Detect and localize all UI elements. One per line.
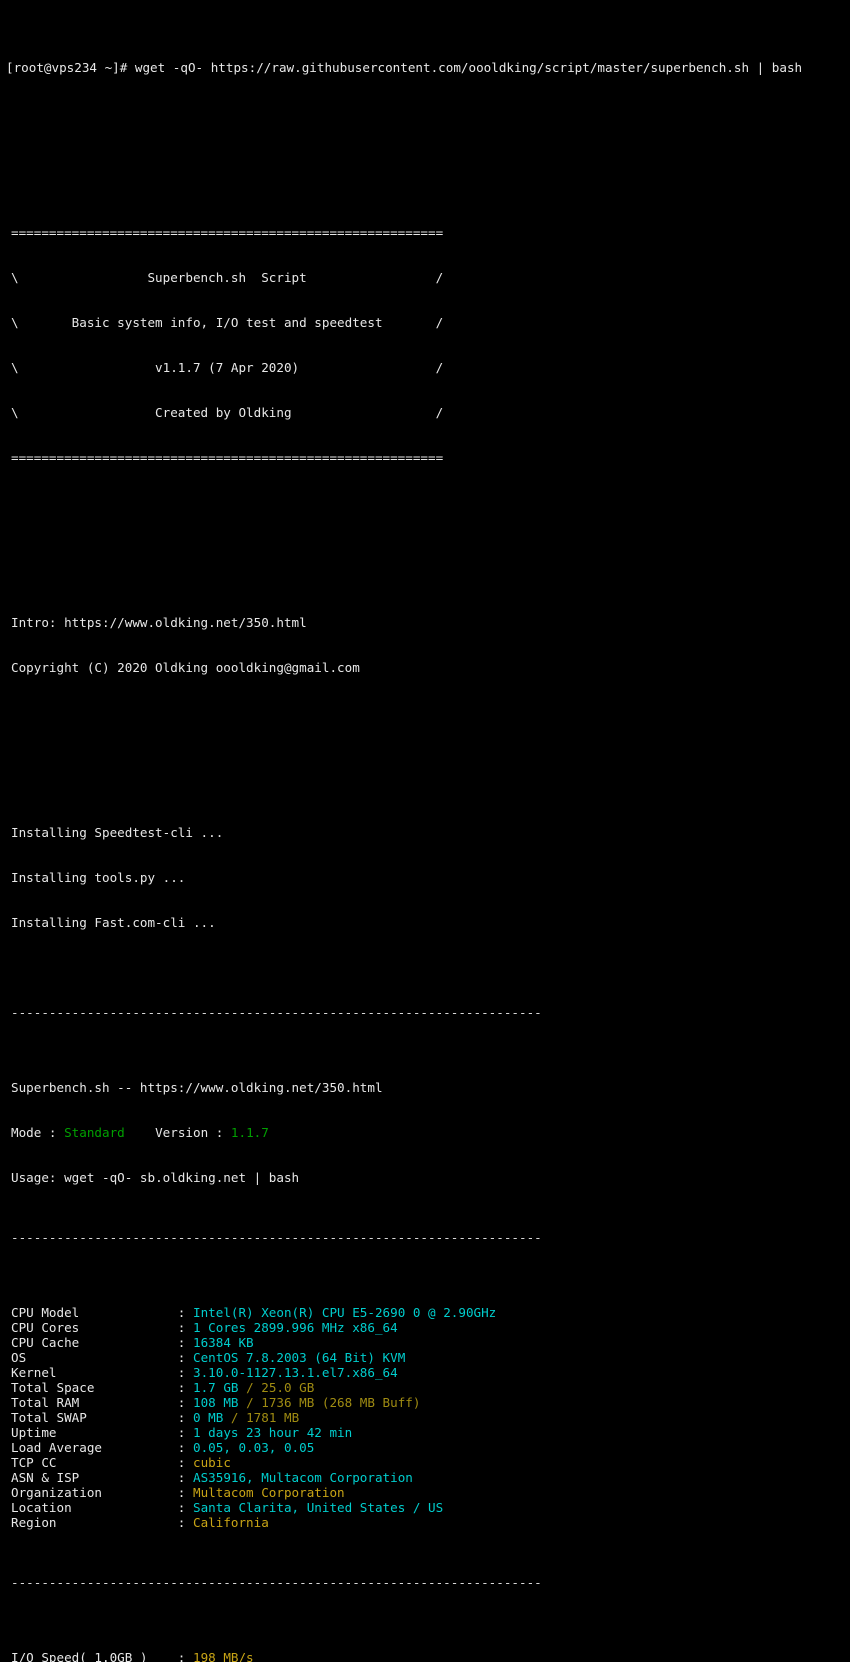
sysinfo-value: 0 MB — [192, 1410, 224, 1425]
mode-label: Mode : — [11, 1125, 65, 1140]
banner-row: \ Superbench.sh Script / — [0, 270, 850, 285]
ascii-banner: ========================================… — [0, 195, 850, 495]
installing-line: Installing Speedtest-cli ... — [11, 825, 224, 840]
sysinfo-row: Load Average : 0.05, 0.03, 0.05 — [0, 1440, 850, 1455]
sysinfo-row: TCP CC : cubic — [0, 1455, 850, 1470]
banner-row: \ Created by Oldking / — [0, 405, 850, 420]
sysinfo-value: Intel(R) Xeon(R) CPU E5-2690 0 @ 2.90GHz — [192, 1305, 497, 1320]
banner-row: \ Basic system info, I/O test and speedt… — [0, 315, 850, 330]
installing-line: Installing tools.py ... — [11, 870, 186, 885]
sysinfo-value: 3.10.0-1127.13.1.el7.x86_64 — [192, 1365, 398, 1380]
sysinfo-label: Load Average : — [11, 1440, 193, 1455]
sysinfo-row: Region : California — [0, 1515, 850, 1530]
installing-block: Installing Speedtest-cli ... Installing … — [0, 795, 850, 960]
sysinfo-label: CPU Cache : — [11, 1335, 193, 1350]
sysinfo-label: TCP CC : — [11, 1455, 193, 1470]
sysinfo-label: Location : — [11, 1500, 193, 1515]
sysinfo-row: OS : CentOS 7.8.2003 (64 Bit) KVM — [0, 1350, 850, 1365]
sysinfo-value-secondary: / 1736 MB (268 MB Buff) — [238, 1395, 421, 1410]
sysinfo-row: Total Space : 1.7 GB / 25.0 GB — [0, 1380, 850, 1395]
sysinfo-value: 1 days 23 hour 42 min — [192, 1425, 353, 1440]
sysinfo-value: California — [192, 1515, 269, 1530]
sysinfo-label: Total Space : — [11, 1380, 193, 1395]
sysinfo-value: 16384 KB — [192, 1335, 254, 1350]
sysinfo-value: cubic — [192, 1455, 231, 1470]
io-speed-block: I/O Speed( 1.0GB ) : 198 MB/sI/O Speed( … — [0, 1650, 850, 1662]
version-label: Version : — [124, 1125, 231, 1140]
sysinfo-row: ASN & ISP : AS35916, Multacom Corporatio… — [0, 1470, 850, 1485]
sysinfo-value-secondary: / 25.0 GB — [238, 1380, 315, 1395]
sysinfo-row: CPU Model : Intel(R) Xeon(R) CPU E5-2690… — [0, 1305, 850, 1320]
separator-rule: ----------------------------------------… — [11, 1005, 542, 1020]
sysinfo-label: OS : — [11, 1350, 193, 1365]
sysinfo-value: Multacom Corporation — [192, 1485, 345, 1500]
sysinfo-label: Total SWAP : — [11, 1410, 193, 1425]
io-speed-label: I/O Speed( 1.0GB ) : — [11, 1650, 193, 1662]
sysinfo-label: CPU Cores : — [11, 1320, 193, 1335]
sysinfo-row: CPU Cores : 1 Cores 2899.996 MHz x86_64 — [0, 1320, 850, 1335]
sysinfo-row: Total SWAP : 0 MB / 1781 MB — [0, 1410, 850, 1425]
version-value: 1.1.7 — [230, 1125, 269, 1140]
banner-row-text: \ Created by Oldking / — [11, 405, 444, 420]
separator-rule: ----------------------------------------… — [11, 1230, 542, 1245]
separator-rule: ----------------------------------------… — [11, 1575, 542, 1590]
installing-line: Installing Fast.com-cli ... — [11, 915, 216, 930]
sysinfo-label: Uptime : — [11, 1425, 193, 1440]
banner-top-rule: ========================================… — [11, 225, 444, 240]
sysinfo-value: 1.7 GB — [192, 1380, 239, 1395]
sysinfo-value: AS35916, Multacom Corporation — [192, 1470, 413, 1485]
sysinfo-value-secondary: / 1781 MB — [223, 1410, 300, 1425]
banner-bottom-rule: ========================================… — [11, 450, 444, 465]
sysinfo-row: Organization : Multacom Corporation — [0, 1485, 850, 1500]
mode-value: Standard — [64, 1125, 125, 1140]
terminal-window[interactable]: [root@vps234 ~]# wget -qO- https://raw.g… — [0, 0, 850, 1662]
intro-url-line: Intro: https://www.oldking.net/350.html — [11, 615, 307, 630]
usage-value: wget -qO- sb.oldking.net | bash — [64, 1170, 300, 1185]
sysinfo-row: Uptime : 1 days 23 hour 42 min — [0, 1425, 850, 1440]
sysinfo-label: ASN & ISP : — [11, 1470, 193, 1485]
banner-row-text: \ Basic system info, I/O test and speedt… — [11, 315, 444, 330]
banner-row-text: \ v1.1.7 (7 Apr 2020) / — [11, 360, 444, 375]
sysinfo-value: Santa Clarita, United States / US — [192, 1500, 444, 1515]
system-info-block: CPU Model : Intel(R) Xeon(R) CPU E5-2690… — [0, 1305, 850, 1530]
banner-row: \ v1.1.7 (7 Apr 2020) / — [0, 360, 850, 375]
shell-prompt-line: [root@vps234 ~]# wget -qO- https://raw.g… — [0, 60, 850, 75]
sysinfo-value: 0.05, 0.03, 0.05 — [192, 1440, 315, 1455]
intro-copyright-line: Copyright (C) 2020 Oldking oooldking@gma… — [11, 660, 360, 675]
sysinfo-value: CentOS 7.8.2003 (64 Bit) KVM — [192, 1350, 406, 1365]
sysinfo-row: Location : Santa Clarita, United States … — [0, 1500, 850, 1515]
sysinfo-row: CPU Cache : 16384 KB — [0, 1335, 850, 1350]
usage-label: Usage: — [11, 1170, 65, 1185]
usage-line: Usage: wget -qO- sb.oldking.net | bash — [0, 1170, 850, 1185]
sysinfo-row: Total RAM : 108 MB / 1736 MB (268 MB Buf… — [0, 1395, 850, 1410]
banner-row-text: \ Superbench.sh Script / — [11, 270, 444, 285]
mode-version-line: Mode : Standard Version : 1.1.7 — [0, 1125, 850, 1140]
sysinfo-label: Kernel : — [11, 1365, 193, 1380]
io-speed-value: 198 MB/s — [192, 1650, 254, 1662]
script-title-line: Superbench.sh -- https://www.oldking.net… — [11, 1080, 383, 1095]
shell-command-text: [root@vps234 ~]# wget -qO- https://raw.g… — [6, 60, 803, 75]
sysinfo-label: Region : — [11, 1515, 193, 1530]
sysinfo-value: 1 Cores 2899.996 MHz x86_64 — [192, 1320, 398, 1335]
sysinfo-label: CPU Model : — [11, 1305, 193, 1320]
sysinfo-label: Total RAM : — [11, 1395, 193, 1410]
io-speed-row: I/O Speed( 1.0GB ) : 198 MB/s — [0, 1650, 850, 1662]
sysinfo-value: 108 MB — [192, 1395, 239, 1410]
sysinfo-label: Organization : — [11, 1485, 193, 1500]
sysinfo-row: Kernel : 3.10.0-1127.13.1.el7.x86_64 — [0, 1365, 850, 1380]
